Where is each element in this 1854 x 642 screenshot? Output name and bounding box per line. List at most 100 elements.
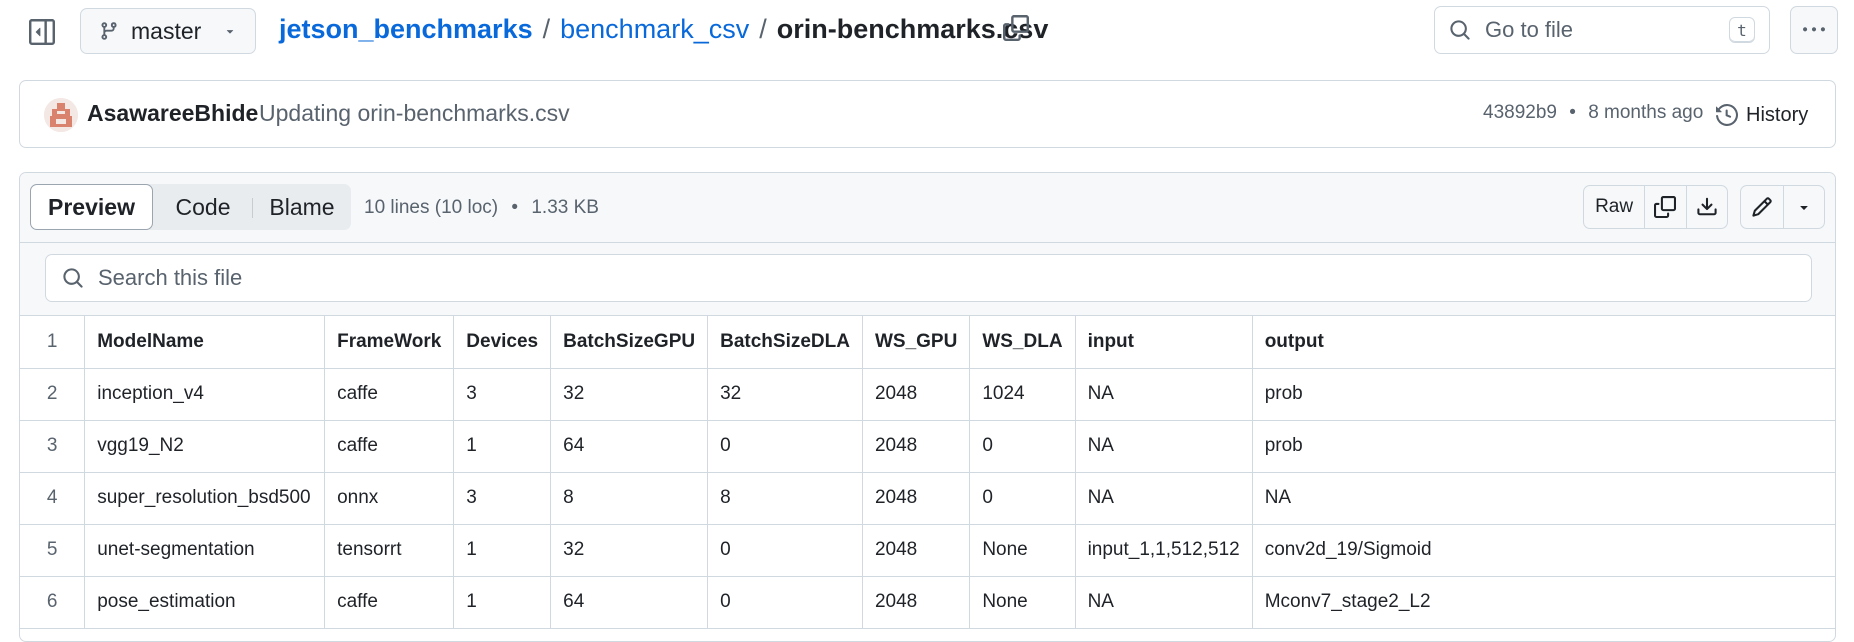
table-cell: inception_v4 [84, 368, 326, 421]
column-header: BatchSizeGPU [550, 316, 709, 369]
history-label: History [1746, 103, 1809, 126]
avatar[interactable] [44, 98, 78, 132]
line-number[interactable]: 3 [20, 420, 86, 473]
line-number[interactable]: 4 [20, 472, 86, 525]
breadcrumb-separator: / [542, 13, 551, 44]
column-header: WS_DLA [969, 316, 1076, 369]
table-cell: None [969, 524, 1076, 577]
branch-selector[interactable]: master [80, 8, 256, 54]
file-header: Preview Code Blame 10 lines (10 loc) • 1… [20, 173, 1835, 243]
table-cell: 0 [707, 420, 863, 473]
table-cell: unet-segmentation [84, 524, 326, 577]
pencil-icon [1752, 197, 1772, 217]
column-header: ModelName [84, 316, 326, 369]
breadcrumb-dir-link[interactable]: benchmark_csv [560, 14, 749, 45]
table-cell: 1024 [969, 368, 1076, 421]
meta-separator: • [1569, 102, 1576, 123]
view-mode-tabs: Preview Code Blame [30, 184, 351, 230]
go-to-file-input[interactable]: Go to file t [1434, 6, 1770, 54]
copy-icon [1003, 15, 1029, 41]
tab-preview[interactable]: Preview [30, 184, 153, 230]
table-cell: conv2d_19/Sigmoid [1252, 524, 1835, 577]
raw-button[interactable]: Raw [1584, 186, 1646, 228]
commit-author-link[interactable]: AsawareeBhide [87, 100, 258, 127]
table-cell: prob [1252, 420, 1835, 473]
table-cell: 2048 [862, 420, 971, 473]
table-cell: caffe [324, 420, 455, 473]
file-info: 10 lines (10 loc) • 1.33 KB [364, 197, 599, 219]
table-cell: 2048 [862, 368, 971, 421]
table-cell: prob [1252, 368, 1835, 421]
table-cell: 32 [707, 368, 863, 421]
tab-blame[interactable]: Blame [253, 184, 351, 230]
search-file-placeholder: Search this file [98, 265, 243, 290]
line-number[interactable]: 5 [20, 524, 86, 577]
table-cell: 2048 [862, 576, 971, 629]
table-cell: caffe [324, 576, 455, 629]
table-cell: 0 [707, 524, 863, 577]
file-size: 1.33 KB [531, 197, 599, 218]
column-header: FrameWork [324, 316, 455, 369]
line-number[interactable]: 1 [20, 316, 86, 369]
table-cell: 2048 [862, 524, 971, 577]
commit-age: 8 months ago [1588, 102, 1704, 123]
table-cell: NA [1075, 420, 1253, 473]
table-cell: 8 [707, 472, 863, 525]
copy-path-button[interactable] [1003, 15, 1031, 43]
commit-meta: 43892b9 • 8 months ago [1483, 102, 1703, 124]
table-row: 2 inception_v4 caffe 3 32 32 2048 1024 NA prob [20, 368, 1835, 421]
branch-name: master [131, 17, 202, 44]
line-number[interactable]: 6 [20, 576, 86, 629]
line-number[interactable]: 2 [20, 368, 86, 421]
table-cell: 3 [453, 368, 552, 421]
info-separator: • [511, 197, 519, 218]
table-cell: pose_estimation [84, 576, 326, 629]
history-button[interactable]: History [1716, 95, 1808, 135]
table-cell: NA [1075, 368, 1253, 421]
search-icon [1450, 20, 1470, 40]
table-cell: 1 [453, 576, 552, 629]
commit-sha-link[interactable]: 43892b9 [1483, 102, 1557, 123]
triangle-down-icon [226, 30, 234, 34]
edit-file-button[interactable] [1741, 186, 1784, 228]
breadcrumb-separator: / [759, 13, 767, 44]
tab-code[interactable]: Code [153, 184, 253, 230]
table-row: 4 super_resolution_bsd500 onnx 3 8 8 2048 0 NA NA [20, 472, 1835, 525]
history-icon [1716, 104, 1738, 126]
download-button[interactable] [1685, 186, 1727, 228]
table-cell: input_1,1,512,512 [1075, 524, 1253, 577]
column-header: input [1075, 316, 1253, 369]
search-file-input[interactable]: Search this file [45, 254, 1812, 302]
breadcrumb-repo-link[interactable]: jetson_benchmarks [279, 14, 533, 45]
more-options-button[interactable] [1790, 6, 1838, 54]
table-cell: None [969, 576, 1076, 629]
column-header: WS_GPU [862, 316, 971, 369]
table-cell: 64 [550, 576, 709, 629]
triangle-down-icon [1800, 206, 1808, 210]
table-cell: 1 [453, 524, 552, 577]
table-cell: NA [1075, 576, 1253, 629]
copy-raw-button[interactable] [1645, 186, 1685, 228]
table-cell: 0 [707, 576, 863, 629]
file-viewer: Preview Code Blame 10 lines (10 loc) • 1… [19, 172, 1836, 642]
file-search-bar: Search this file [20, 243, 1835, 316]
table-cell: 8 [550, 472, 709, 525]
kebab-horizontal-icon [1803, 27, 1825, 32]
table-cell: onnx [324, 472, 455, 525]
table-cell: 0 [969, 472, 1076, 525]
table-row: 6 pose_estimation caffe 1 64 0 2048 None NA Mconv… [20, 576, 1835, 629]
download-icon [1697, 197, 1717, 216]
column-header: Devices [453, 316, 552, 369]
sidebar-expand-icon [29, 19, 55, 45]
commit-message-link[interactable]: Updating orin-benchmarks.csv [259, 100, 570, 127]
edit-options-dropdown[interactable] [1784, 186, 1825, 228]
avatar-identicon [44, 98, 78, 132]
git-branch-icon [101, 22, 117, 40]
latest-commit-bar: AsawareeBhide Updating orin-benchmarks.c… [19, 80, 1836, 148]
table-cell: 1 [453, 420, 552, 473]
expand-file-tree-button[interactable] [26, 16, 58, 48]
search-icon [63, 268, 83, 288]
table-cell: Mconv7_stage2_L2 [1252, 576, 1835, 629]
copy-icon [1654, 196, 1677, 218]
column-header: BatchSizeDLA [707, 316, 863, 369]
